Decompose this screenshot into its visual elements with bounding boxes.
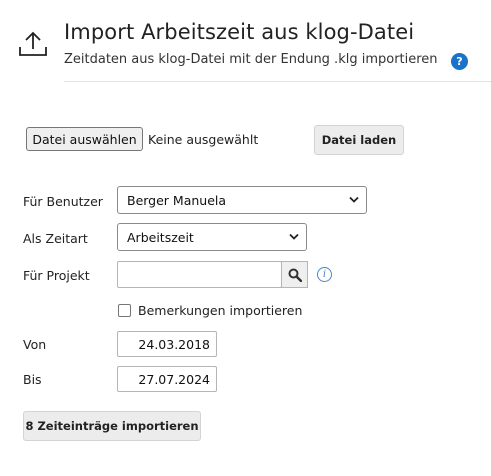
type-label: Als Zeitart bbox=[23, 231, 88, 246]
to-label: Bis bbox=[23, 372, 42, 387]
project-label: Für Projekt bbox=[23, 268, 90, 283]
upload-icon bbox=[19, 31, 47, 56]
page-subtitle: Zeitdaten aus klog-Datei mit der Endung … bbox=[64, 52, 438, 67]
chevron-down-icon bbox=[289, 233, 299, 240]
info-icon[interactable]: i bbox=[317, 267, 332, 282]
file-status-text: Keine ausgewählt bbox=[148, 132, 259, 147]
project-search-button[interactable] bbox=[281, 261, 308, 288]
remarks-label: Bemerkungen importieren bbox=[138, 303, 303, 318]
choose-file-button[interactable]: Datei auswählen bbox=[26, 127, 143, 151]
project-input[interactable] bbox=[117, 261, 282, 288]
from-date-input[interactable]: 24.03.2018 bbox=[117, 331, 217, 357]
time-type-value: Arbeitszeit bbox=[127, 229, 194, 245]
import-entries-button[interactable]: 8 Zeiteinträge importieren bbox=[23, 411, 201, 441]
user-select-value: Berger Manuela bbox=[127, 192, 227, 208]
chevron-down-icon bbox=[349, 196, 359, 203]
time-type-select[interactable]: Arbeitszeit bbox=[117, 223, 307, 251]
remarks-checkbox[interactable] bbox=[118, 304, 131, 317]
to-date-input[interactable]: 27.07.2024 bbox=[117, 366, 217, 392]
header-divider bbox=[64, 81, 491, 82]
from-label: Von bbox=[23, 337, 47, 352]
help-icon[interactable]: ? bbox=[451, 53, 468, 70]
user-label: Für Benutzer bbox=[23, 194, 103, 209]
load-file-button[interactable]: Datei laden bbox=[314, 125, 404, 155]
user-select[interactable]: Berger Manuela bbox=[117, 186, 367, 214]
page-title: Import Arbeitszeit aus klog-Datei bbox=[64, 20, 415, 44]
search-icon bbox=[288, 268, 302, 282]
